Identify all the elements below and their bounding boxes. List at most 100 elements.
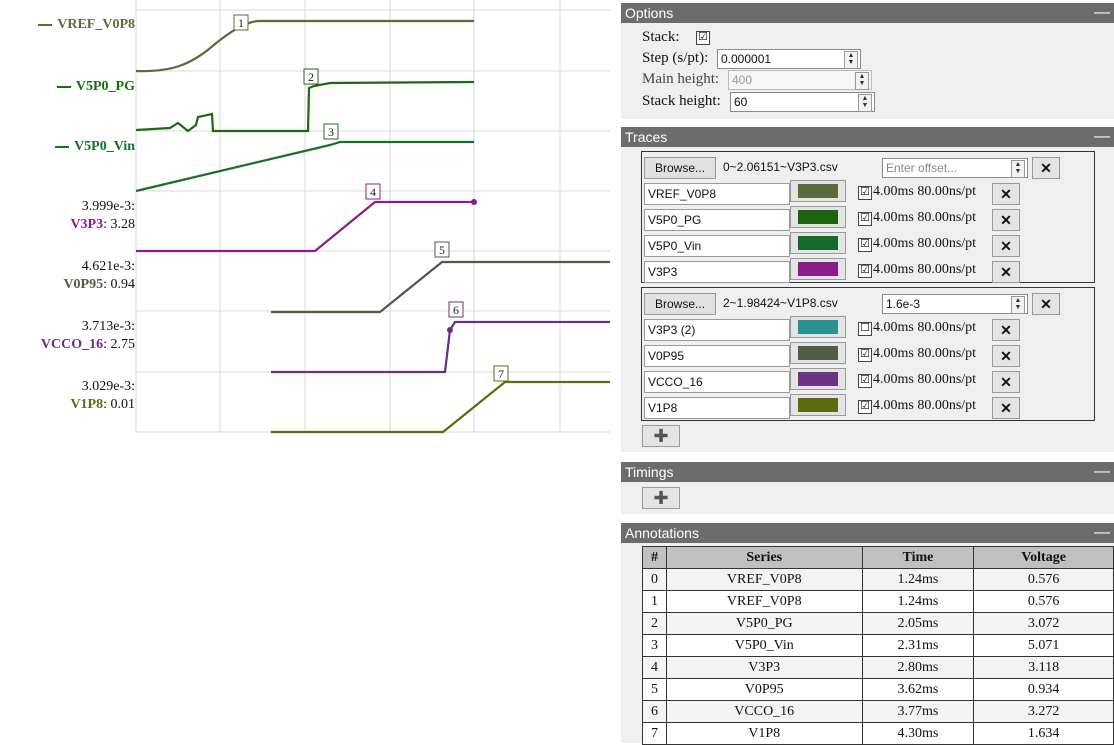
collapse-icon[interactable]: — bbox=[1094, 523, 1110, 543]
color-swatch bbox=[798, 210, 838, 224]
trace-name-input[interactable]: VREF_V0P8 bbox=[644, 183, 790, 205]
add-timing-button[interactable]: ✚ bbox=[642, 487, 680, 509]
trace-meta: 4.00ms 80.00ns/pt bbox=[873, 372, 977, 387]
table-cell: 0 bbox=[642, 568, 667, 591]
main-height-label: Main height: bbox=[642, 71, 720, 87]
table-row[interactable]: 1 VREF_V0P8 1.24ms 0.576 bbox=[642, 590, 1114, 613]
remove-trace-button[interactable]: ✕ bbox=[992, 397, 1020, 419]
remove-trace-button[interactable]: ✕ bbox=[992, 209, 1020, 231]
table-cell: 3.77ms bbox=[861, 700, 975, 723]
table-row[interactable]: 2 V5P0_PG 2.05ms 3.072 bbox=[642, 612, 1114, 635]
table-row[interactable]: 3 V5P0_Vin 2.31ms 5.071 bbox=[642, 634, 1114, 657]
trace-name-input[interactable]: V3P3 bbox=[644, 261, 790, 283]
trace-name-input[interactable]: VCCO_16 bbox=[644, 371, 790, 393]
visible-checkbox[interactable]: ☑ bbox=[858, 348, 872, 362]
remove-trace-button[interactable]: ✕ bbox=[992, 319, 1020, 341]
table-cell: 1.24ms bbox=[861, 568, 975, 591]
table-cell: V5P0_Vin bbox=[665, 634, 863, 657]
color-swatch bbox=[798, 262, 838, 276]
remove-file-button[interactable]: ✕ bbox=[1032, 157, 1060, 179]
file-name: 0~2.06151~V3P3.csv bbox=[723, 160, 838, 174]
spinner-arrows-icon[interactable]: ▲ ▼ bbox=[1011, 296, 1025, 314]
table-cell: 1.24ms bbox=[861, 590, 975, 613]
visible-checkbox[interactable]: ☑ bbox=[858, 212, 872, 226]
stack-checkbox[interactable]: ☑ bbox=[696, 31, 710, 45]
browse-button[interactable]: Browse... bbox=[644, 293, 716, 315]
table-row[interactable]: 7 V1P8 4.30ms 1.634 bbox=[642, 722, 1114, 745]
table-row[interactable]: 4 V3P3 2.80ms 3.118 bbox=[642, 656, 1114, 679]
offset-input[interactable]: Enter offset... ▲ ▼ bbox=[882, 158, 1028, 178]
color-picker-button[interactable] bbox=[790, 232, 846, 254]
spinner-arrows-icon[interactable]: ▲ ▼ bbox=[1011, 160, 1025, 178]
remove-trace-button[interactable]: ✕ bbox=[992, 371, 1020, 393]
legend-dash bbox=[38, 23, 53, 26]
table-row[interactable]: 5 V0P95 3.62ms 0.934 bbox=[642, 678, 1114, 701]
color-swatch bbox=[798, 398, 838, 412]
color-picker-button[interactable] bbox=[790, 206, 846, 228]
color-picker-button[interactable] bbox=[790, 316, 846, 338]
table-cell: 4.30ms bbox=[861, 722, 975, 745]
cursor-value: : 3.28 bbox=[103, 217, 135, 232]
trace-name-input[interactable]: V5P0_PG bbox=[644, 209, 790, 231]
remove-file-button[interactable]: ✕ bbox=[1032, 293, 1060, 315]
table-cell: 6 bbox=[642, 700, 667, 723]
table-cell: 2 bbox=[642, 612, 667, 635]
column-header[interactable]: Voltage bbox=[973, 546, 1114, 569]
table-cell: 5 bbox=[642, 678, 667, 701]
trace-name-input[interactable]: V0P95 bbox=[644, 345, 790, 367]
remove-trace-button[interactable]: ✕ bbox=[992, 261, 1020, 283]
cursor-value: : 2.75 bbox=[103, 337, 135, 352]
traces-header[interactable]: Traces — bbox=[621, 127, 1114, 147]
section-title: Annotations bbox=[625, 525, 699, 541]
trace-file-group: Browse... 0~2.06151~V3P3.csv Enter offse… bbox=[641, 151, 1095, 283]
browse-button[interactable]: Browse... bbox=[644, 157, 716, 179]
table-cell: 3.118 bbox=[973, 656, 1114, 679]
visible-checkbox[interactable]: ☑ bbox=[858, 264, 872, 278]
column-header[interactable]: Time bbox=[861, 546, 975, 569]
trace-label-v3p3: 3.999e-3: V3P3: 3.28 bbox=[70, 198, 135, 234]
visible-checkbox[interactable]: ☑ bbox=[858, 238, 872, 252]
collapse-icon[interactable]: — bbox=[1094, 3, 1110, 23]
trace-name-input[interactable]: V5P0_Vin bbox=[644, 235, 790, 257]
table-cell: 3 bbox=[642, 634, 667, 657]
collapse-icon[interactable]: — bbox=[1094, 127, 1110, 147]
visible-checkbox[interactable]: ☐ bbox=[858, 322, 872, 336]
stack-height-input[interactable]: 60 ▲ ▼ bbox=[730, 92, 875, 112]
column-header[interactable]: # bbox=[642, 546, 667, 569]
annotations-header[interactable]: Annotations — bbox=[621, 523, 1114, 543]
annotation-marker-label: 4 bbox=[370, 185, 376, 199]
table-row[interactable]: 0 VREF_V0P8 1.24ms 0.576 bbox=[642, 568, 1114, 591]
trace-name-input[interactable]: V3P3 (2) bbox=[644, 319, 790, 341]
timings-header[interactable]: Timings — bbox=[621, 462, 1114, 482]
spinner-arrows-icon[interactable]: ▲ ▼ bbox=[858, 94, 872, 112]
column-header[interactable]: Series bbox=[665, 546, 863, 569]
remove-trace-button[interactable]: ✕ bbox=[992, 345, 1020, 367]
remove-trace-button[interactable]: ✕ bbox=[992, 183, 1020, 205]
color-picker-button[interactable] bbox=[790, 342, 846, 364]
offset-input[interactable]: 1.6e-3 ▲ ▼ bbox=[882, 294, 1028, 314]
color-picker-button[interactable] bbox=[790, 180, 846, 202]
trace-name: V1P8 bbox=[70, 397, 104, 412]
traces-body: Browse... 0~2.06151~V3P3.csv Enter offse… bbox=[621, 147, 1114, 452]
table-cell: V1P8 bbox=[665, 722, 863, 745]
table-row[interactable]: 6 VCCO_16 3.77ms 3.272 bbox=[642, 700, 1114, 723]
spinner-arrows-icon[interactable]: ▲ ▼ bbox=[844, 51, 858, 69]
main-height-input: 400 ▲ ▼ bbox=[728, 70, 872, 90]
trace-file-group: Browse... 2~1.98424~V1P8.csv 1.6e-3 ▲ ▼ ✕… bbox=[641, 287, 1095, 421]
collapse-icon[interactable]: — bbox=[1094, 462, 1110, 482]
add-trace-button[interactable]: ✚ bbox=[642, 425, 680, 447]
options-header[interactable]: Options — bbox=[621, 3, 1114, 23]
trace-name-input[interactable]: V1P8 bbox=[644, 397, 790, 419]
waveform-plot[interactable]: 1 2 3 4 5 6 7 VREF_V0P8 V5P0_PG V5P0_Vin 3.999… bbox=[0, 0, 615, 440]
table-cell: 3.272 bbox=[973, 700, 1114, 723]
color-picker-button[interactable] bbox=[790, 368, 846, 390]
color-picker-button[interactable] bbox=[790, 394, 846, 416]
trace-meta: 4.00ms 80.00ns/pt bbox=[873, 210, 977, 225]
color-picker-button[interactable] bbox=[790, 258, 846, 280]
visible-checkbox[interactable]: ☑ bbox=[858, 186, 872, 200]
table-cell: 1.634 bbox=[973, 722, 1114, 745]
visible-checkbox[interactable]: ☑ bbox=[858, 374, 872, 388]
remove-trace-button[interactable]: ✕ bbox=[992, 235, 1020, 257]
step-input[interactable]: 0.000001 ▲ ▼ bbox=[717, 49, 861, 69]
visible-checkbox[interactable]: ☑ bbox=[858, 400, 872, 414]
